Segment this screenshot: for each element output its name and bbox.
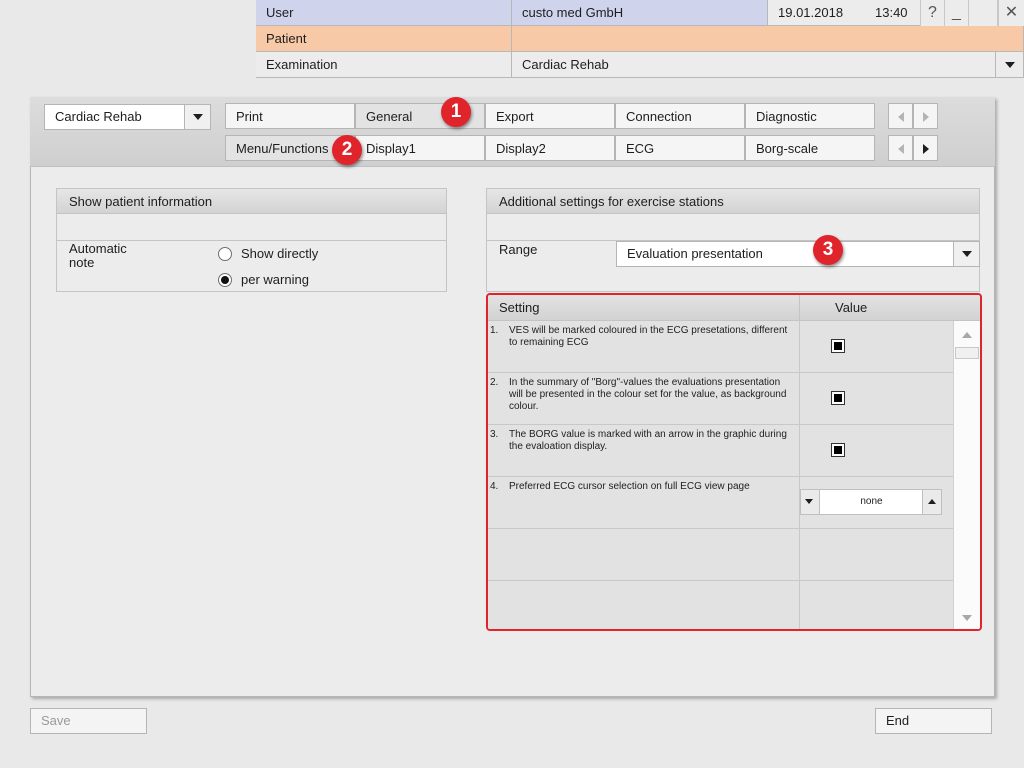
row-divider bbox=[799, 321, 800, 372]
tab-connection[interactable]: Connection bbox=[615, 103, 745, 129]
row-text: In the summary of "Borg"-values the eval… bbox=[509, 377, 787, 412]
minimize-icon[interactable]: _ bbox=[944, 0, 968, 26]
table-row-empty bbox=[488, 581, 953, 629]
help-icon[interactable]: ? bbox=[920, 0, 944, 26]
examination-value[interactable]: Cardiac Rehab bbox=[512, 52, 996, 78]
row-divider bbox=[799, 425, 800, 476]
patient-info-group: Show patient information Automatic note … bbox=[56, 188, 447, 292]
settings-table-header: Setting Value bbox=[488, 295, 980, 321]
user-row: User custo med GmbH 19.01.2018 13:40 ? _… bbox=[256, 0, 1024, 26]
chevron-down-icon bbox=[962, 251, 972, 257]
radio-per-warning[interactable] bbox=[218, 273, 232, 287]
examination-dropdown[interactable] bbox=[996, 52, 1024, 78]
tabs-row1-prev[interactable] bbox=[888, 103, 913, 129]
scroll-down-icon[interactable] bbox=[955, 607, 979, 629]
tab-display1[interactable]: Display1 bbox=[355, 135, 485, 161]
callout-marker-2: 2 bbox=[332, 135, 362, 165]
end-button[interactable]: End bbox=[875, 708, 992, 734]
table-row: 4. Preferred ECG cursor selection on ful… bbox=[488, 477, 953, 529]
row-checkbox-borg-colour[interactable] bbox=[831, 391, 845, 405]
callout-marker-1: 1 bbox=[441, 97, 471, 127]
profile-select-button[interactable] bbox=[184, 105, 210, 129]
examination-row: Examination Cardiac Rehab bbox=[256, 52, 1024, 78]
tab-ecg[interactable]: ECG bbox=[615, 135, 745, 161]
patient-info-title: Show patient information bbox=[57, 189, 446, 214]
scroll-up-glyph bbox=[962, 332, 972, 338]
row-text: VES will be marked coloured in the ECG p… bbox=[509, 325, 788, 348]
tab-borg-scale[interactable]: Borg-scale bbox=[745, 135, 875, 161]
row-divider bbox=[799, 529, 800, 580]
show-directly-label: Show directly bbox=[241, 246, 319, 261]
exercise-settings-title: Additional settings for exercise station… bbox=[487, 189, 979, 214]
time-text: 13:40 bbox=[875, 5, 908, 20]
arrow-right-icon bbox=[923, 112, 929, 122]
tab-diagnostic[interactable]: Diagnostic bbox=[745, 103, 875, 129]
patient-label: Patient bbox=[256, 26, 512, 52]
range-select[interactable]: Evaluation presentation bbox=[616, 241, 980, 267]
cursor-selection-spinner[interactable]: none bbox=[800, 489, 942, 515]
chevron-down-icon bbox=[805, 499, 813, 504]
settings-table: Setting Value 1. VES will be marked colo… bbox=[486, 293, 982, 631]
close-icon[interactable]: ✕ bbox=[998, 0, 1024, 26]
arrow-left-icon bbox=[898, 144, 904, 154]
row-text: Preferred ECG cursor selection on full E… bbox=[509, 481, 750, 492]
row-divider bbox=[799, 581, 800, 629]
chevron-up-icon bbox=[928, 499, 936, 504]
tabs-row2-next[interactable] bbox=[913, 135, 938, 161]
radio-show-directly[interactable] bbox=[218, 247, 232, 261]
row-checkbox-borg-arrow[interactable] bbox=[831, 443, 845, 457]
scroll-thumb[interactable] bbox=[955, 347, 979, 359]
tabs-row2-prev[interactable] bbox=[888, 135, 913, 161]
table-row-empty bbox=[488, 529, 953, 581]
patient-info-spacer bbox=[57, 214, 446, 241]
patient-value bbox=[512, 26, 1024, 52]
tab-print[interactable]: Print bbox=[225, 103, 355, 129]
arrow-right-icon bbox=[923, 144, 929, 154]
exercise-spacer bbox=[487, 214, 979, 241]
per-warning-label: per warning bbox=[241, 272, 309, 287]
col-value-header: Value bbox=[835, 300, 868, 315]
save-button[interactable]: Save bbox=[30, 708, 147, 734]
row-text: The BORG value is marked with an arrow i… bbox=[509, 429, 787, 452]
range-label: Range bbox=[499, 242, 538, 257]
spinner-down-button[interactable] bbox=[801, 490, 820, 514]
automatic-note-label: Automatic note bbox=[69, 241, 127, 270]
date-text: 19.01.2018 bbox=[778, 5, 844, 20]
table-row: 1. VES will be marked coloured in the EC… bbox=[488, 321, 953, 373]
row-number: 1. bbox=[490, 325, 499, 336]
table-row: 3. The BORG value is marked with an arro… bbox=[488, 425, 953, 477]
tabs-row1-next[interactable] bbox=[913, 103, 938, 129]
user-label: User bbox=[256, 0, 512, 26]
chevron-down-icon bbox=[193, 114, 203, 120]
header-divider bbox=[799, 295, 800, 321]
table-scrollbar[interactable] bbox=[953, 321, 980, 629]
range-select-button[interactable] bbox=[953, 242, 979, 266]
user-value: custo med GmbH bbox=[512, 0, 768, 26]
range-select-value: Evaluation presentation bbox=[627, 246, 763, 261]
exercise-settings-group: Additional settings for exercise station… bbox=[486, 188, 980, 292]
row-checkbox-ves[interactable] bbox=[831, 339, 845, 353]
col-setting-header: Setting bbox=[499, 300, 540, 315]
spinner-up-button[interactable] bbox=[922, 490, 941, 514]
tab-display2[interactable]: Display2 bbox=[485, 135, 615, 161]
callout-marker-3: 3 bbox=[813, 235, 843, 265]
patient-row: Patient bbox=[256, 26, 1024, 52]
row-divider bbox=[799, 373, 800, 424]
examination-label: Examination bbox=[256, 52, 512, 78]
table-row: 2. In the summary of "Borg"-values the e… bbox=[488, 373, 953, 425]
row-number: 3. bbox=[490, 429, 499, 440]
tab-export[interactable]: Export bbox=[485, 103, 615, 129]
profile-select[interactable]: Cardiac Rehab bbox=[44, 104, 211, 130]
scroll-down-glyph bbox=[962, 615, 972, 621]
spinner-value: none bbox=[860, 496, 883, 507]
row-number: 4. bbox=[490, 481, 499, 492]
profile-select-value: Cardiac Rehab bbox=[55, 109, 142, 124]
row-number: 2. bbox=[490, 377, 499, 388]
arrow-left-icon bbox=[898, 112, 904, 122]
scroll-up-icon[interactable] bbox=[955, 323, 979, 347]
chevron-down-icon bbox=[1005, 62, 1015, 68]
restore-button[interactable] bbox=[968, 0, 998, 26]
